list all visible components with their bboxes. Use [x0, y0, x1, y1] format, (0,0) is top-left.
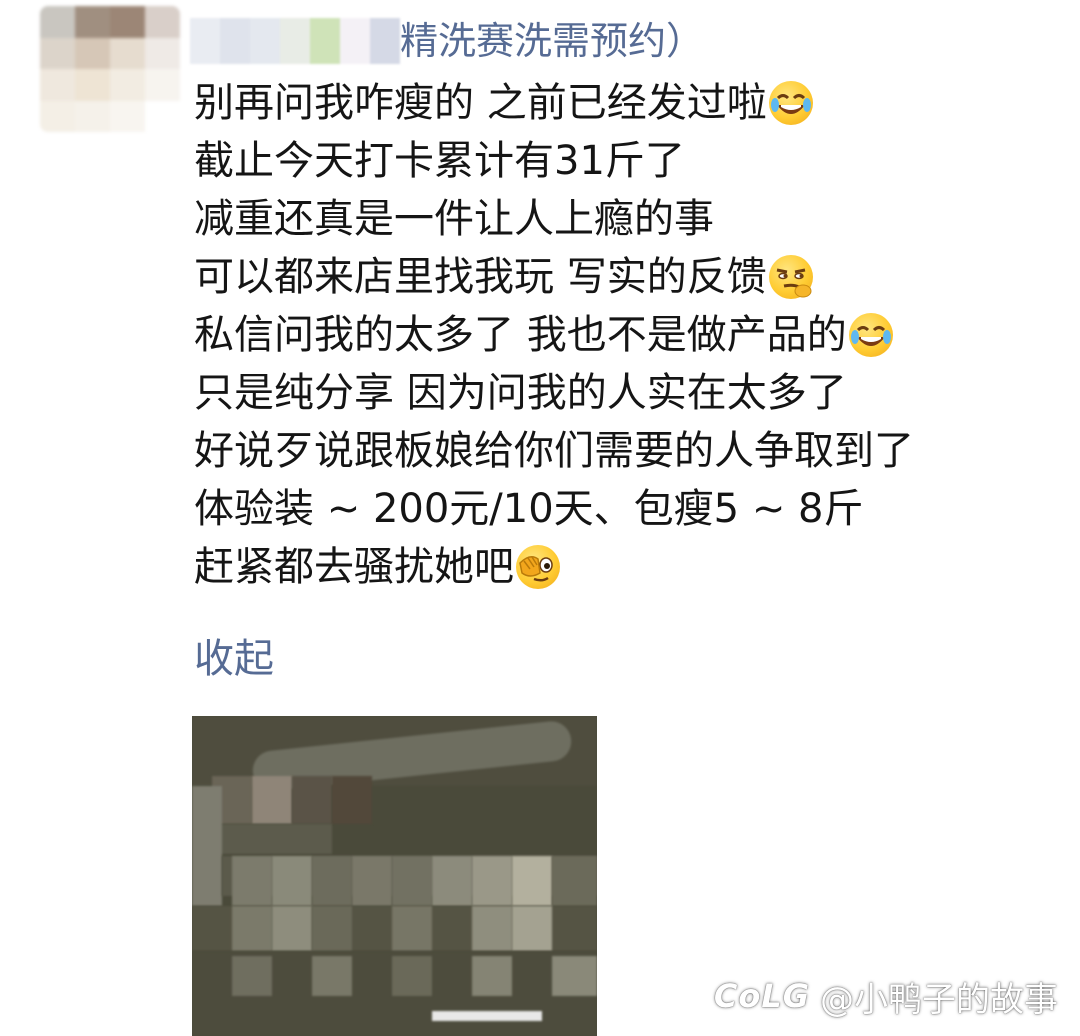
post-line: 减重还真是一件让人上瘾的事: [194, 190, 1064, 248]
post-line-text: 截止今天打卡累计有31斤了: [194, 138, 685, 184]
smirk-emoji: [768, 255, 813, 299]
attached-image[interactable]: [192, 716, 597, 1036]
post-line: 赶紧都去骚扰她吧: [194, 538, 1064, 596]
post-line-text: 好说歹说跟板娘给你们需要的人争取到了: [194, 428, 914, 474]
avatar[interactable]: [40, 6, 180, 132]
facepalm-peek-emoji: [516, 545, 560, 589]
watermark-text: @小鸭子的故事: [820, 979, 1058, 1020]
author-name-row[interactable]: 精洗赛洗需预约）: [190, 14, 704, 68]
post-line-text: 减重还真是一件让人上瘾的事: [194, 196, 714, 242]
post-line-text: 只是纯分享 因为问我的人实在太多了: [194, 370, 847, 416]
post-line: 只是纯分享 因为问我的人实在太多了: [194, 364, 1064, 422]
author-name-redacted: [190, 18, 400, 64]
post-line: 截止今天打卡累计有31斤了: [194, 132, 1064, 190]
post-line-text: 别再问我咋瘦的 之前已经发过啦: [194, 80, 767, 126]
watermark-logo: CoLG: [713, 977, 810, 1015]
post-line-text: 私信问我的太多了 我也不是做产品的: [194, 312, 847, 358]
post-line: 别再问我咋瘦的 之前已经发过啦: [194, 74, 1064, 132]
laugh-cry-emoji: [768, 81, 813, 125]
collapse-link[interactable]: 收起: [194, 630, 274, 688]
laugh-cry-emoji: [848, 313, 893, 357]
post-line-text: 可以都来店里找我玩 写实的反馈: [194, 254, 767, 300]
post-body: 别再问我咋瘦的 之前已经发过啦 截止今天打卡累计有31斤了 减重还真是一件让人上…: [194, 74, 1064, 596]
post-line-text: 体验装 ~ 200元/10天、包瘦5 ~ 8斤: [194, 486, 864, 532]
watermark: CoLG @小鸭子的故事: [714, 968, 1058, 1024]
post-line-text: 赶紧都去骚扰她吧: [194, 544, 514, 590]
post-line: 好说歹说跟板娘给你们需要的人争取到了: [194, 422, 1064, 480]
post-line: 私信问我的太多了 我也不是做产品的: [194, 306, 1064, 364]
post-line: 体验装 ~ 200元/10天、包瘦5 ~ 8斤: [194, 480, 1064, 538]
post-line: 可以都来店里找我玩 写实的反馈: [194, 248, 1064, 306]
author-name-fragment[interactable]: 精洗赛洗需预约）: [400, 14, 704, 68]
